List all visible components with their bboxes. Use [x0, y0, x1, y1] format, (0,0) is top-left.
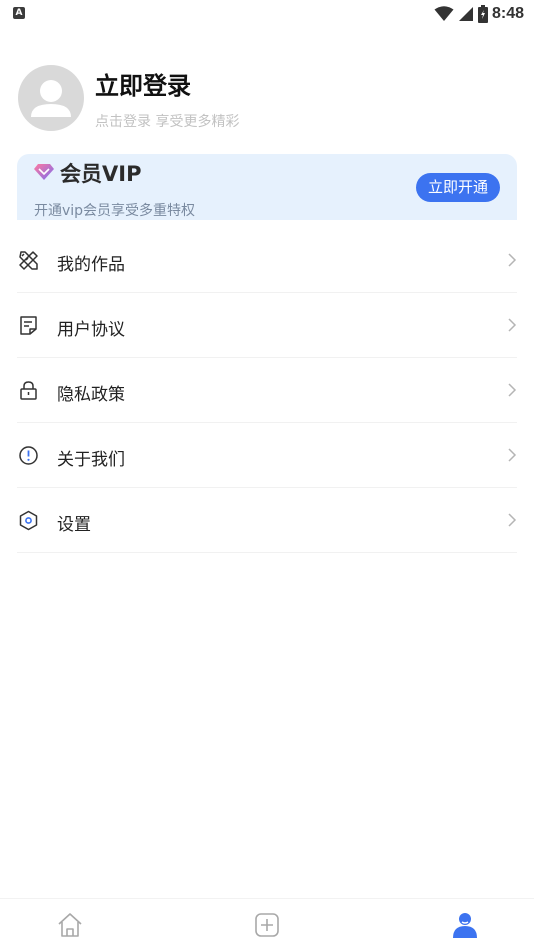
login-title[interactable]: 立即登录 [95, 66, 191, 101]
login-subtitle: 点击登录 享受更多精彩 [95, 114, 240, 130]
bottom-nav [0, 898, 534, 951]
chevron-right-icon [508, 513, 517, 527]
hexagon-settings-icon [19, 510, 38, 531]
wifi-icon [434, 6, 454, 21]
document-icon [20, 316, 37, 335]
chevron-right-icon [508, 448, 517, 462]
lock-icon [20, 381, 37, 400]
pencil-ruler-icon [19, 251, 38, 270]
info-icon [19, 446, 38, 465]
menu-item-my-works[interactable]: 我的作品 [17, 228, 517, 293]
menu-item-user-agreement[interactable]: 用户协议 [17, 293, 517, 358]
person-icon[interactable] [451, 911, 479, 939]
default-avatar-icon [31, 80, 71, 117]
profile-header[interactable]: 立即登录 点击登录 享受更多精彩 [18, 65, 518, 135]
menu-item-label: 隐私政策 [57, 385, 125, 405]
chevron-right-icon [508, 383, 517, 397]
battery-icon [477, 5, 488, 23]
status-time: 8:48 [491, 5, 524, 22]
menu-item-label: 关于我们 [57, 450, 125, 470]
add-square-icon[interactable] [253, 911, 281, 939]
avatar[interactable] [18, 65, 84, 131]
menu-item-label: 用户协议 [57, 320, 125, 340]
menu-item-label: 我的作品 [57, 255, 125, 275]
diamond-icon [34, 164, 54, 180]
home-icon[interactable] [56, 911, 84, 939]
signal-icon [458, 7, 473, 21]
status-icons: 8:48 [434, 3, 524, 25]
menu-item-about-us[interactable]: 关于我们 [17, 423, 517, 488]
vip-card[interactable]: 会员VIP 开通vip会员享受多重特权 立即开通 [17, 154, 517, 220]
menu-list: 我的作品 用户协议 隐私政策 关于我们 设置 [17, 228, 517, 553]
chevron-right-icon [508, 318, 517, 332]
vip-title: 会员VIP [60, 162, 142, 186]
chevron-right-icon [508, 253, 517, 267]
status-bar: A 8:48 [0, 0, 534, 28]
menu-item-label: 设置 [57, 515, 91, 535]
notification-badge-icon: A [13, 7, 25, 19]
vip-subtitle: 开通vip会员享受多重特权 [34, 203, 196, 219]
menu-item-privacy-policy[interactable]: 隐私政策 [17, 358, 517, 423]
menu-item-settings[interactable]: 设置 [17, 488, 517, 553]
open-vip-button[interactable]: 立即开通 [416, 173, 500, 202]
